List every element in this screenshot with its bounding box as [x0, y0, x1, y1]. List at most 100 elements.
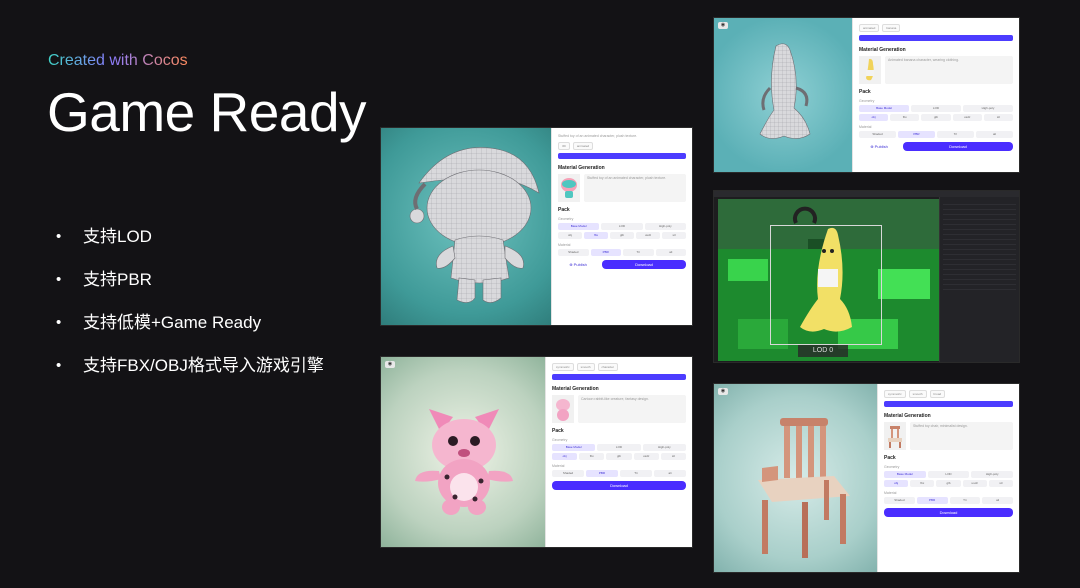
geometry-option[interactable]: High-poly	[644, 223, 686, 230]
section-pack: Pack	[558, 207, 570, 213]
tag-chip[interactable]: 3D	[558, 142, 570, 150]
eye-icon[interactable]: ◉	[385, 361, 395, 368]
model-viewport[interactable]: ◉	[714, 18, 854, 172]
download-button[interactable]: Download	[884, 508, 1013, 517]
tag-chip[interactable]: broad	[929, 390, 946, 398]
format-option[interactable]: obj	[859, 114, 889, 121]
tag-chip[interactable]: animated	[859, 24, 880, 32]
format-option[interactable]: fbx	[910, 480, 935, 487]
format-option[interactable]: glb	[936, 480, 961, 487]
format-option[interactable]: usdz	[962, 480, 987, 487]
geometry-option[interactable]: LOD	[597, 444, 641, 451]
material-thumbnail[interactable]	[859, 56, 881, 84]
geometry-option[interactable]: Base Model	[552, 444, 596, 451]
eye-icon[interactable]: ◉	[718, 22, 728, 29]
material-option[interactable]: Tri	[949, 497, 981, 504]
material-option[interactable]: ali	[976, 131, 1013, 138]
material-option[interactable]: PBR	[590, 249, 621, 256]
section-material: Material Generation	[859, 47, 906, 53]
material-option[interactable]: Tri	[623, 249, 654, 256]
format-option[interactable]: glb	[606, 453, 632, 460]
material-option[interactable]: PBR	[916, 497, 948, 504]
material-option[interactable]: Shaded	[558, 249, 589, 256]
material-option[interactable]: Shaded	[859, 131, 896, 138]
format-option[interactable]: obj	[558, 232, 582, 239]
tag-chip[interactable]: symmetric	[884, 390, 906, 398]
generate-button[interactable]	[859, 35, 1013, 41]
format-option[interactable]: stl	[988, 480, 1014, 487]
generate-button[interactable]	[558, 153, 686, 159]
options-panel: symmetric smooth broad Material Generati…	[877, 384, 1019, 572]
material-thumbnail[interactable]	[558, 174, 580, 202]
model-viewport[interactable]	[381, 128, 553, 325]
format-option[interactable]: fbx	[584, 232, 608, 239]
material-option[interactable]: PBR	[898, 131, 935, 138]
feature-item: 支持FBX/OBJ格式导入游戏引擎	[56, 353, 324, 396]
material-option[interactable]: Shaded	[552, 470, 584, 477]
geometry-option[interactable]: Base Model	[859, 105, 909, 112]
geometry-option[interactable]: Base Model	[558, 223, 600, 230]
material-prompt[interactable]: Animated banana character, wearing cloth…	[885, 56, 1013, 84]
tag-chip[interactable]: banana	[882, 24, 901, 32]
format-option[interactable]: glb	[921, 114, 951, 121]
tag-chip[interactable]: smooth	[576, 363, 595, 371]
format-option[interactable]: fbx	[579, 453, 605, 460]
section-material: Material Generation	[558, 165, 605, 171]
format-option[interactable]: glb	[610, 232, 634, 239]
selection-box[interactable]	[770, 225, 882, 345]
options-panel: animated banana Material Generation Anim…	[852, 18, 1019, 172]
format-option[interactable]: stl	[662, 232, 686, 239]
download-button[interactable]: Download	[903, 142, 1013, 151]
material-option[interactable]: PBR	[586, 470, 618, 477]
material-thumbnail[interactable]	[884, 422, 906, 450]
material-option[interactable]: ali	[654, 470, 686, 477]
material-label: Material	[552, 464, 565, 468]
material-option[interactable]: ali	[982, 497, 1013, 504]
prompt-text: Stuffed toy of an animated character, pl…	[558, 134, 638, 138]
model-viewport[interactable]: ◉	[714, 384, 879, 572]
material-option[interactable]: Tri	[937, 131, 974, 138]
model-viewport[interactable]: ◉	[381, 357, 547, 547]
tag-chip[interactable]: animated	[572, 142, 594, 150]
eye-icon[interactable]: ◉	[718, 388, 728, 395]
publish-button[interactable]: ⊕ Publish	[859, 142, 899, 151]
material-prompt[interactable]: Stuffed toy of an animated character, pl…	[584, 174, 686, 202]
publish-button[interactable]: ⊕ Publish	[558, 260, 598, 269]
format-option[interactable]: usdz	[636, 232, 660, 239]
download-button[interactable]: Download	[602, 260, 686, 269]
tag-chip[interactable]: smooth	[908, 390, 927, 398]
format-option[interactable]: stl	[983, 114, 1014, 121]
geometry-option[interactable]: High-poly	[642, 444, 686, 451]
material-option[interactable]: Tri	[620, 470, 652, 477]
geometry-option[interactable]: High-poly	[971, 471, 1014, 478]
download-button[interactable]: Download	[552, 481, 686, 490]
geometry-option[interactable]: LOD	[601, 223, 643, 230]
format-option[interactable]: obj	[552, 453, 578, 460]
inspector-row[interactable]	[943, 285, 1016, 290]
format-option[interactable]: obj	[884, 480, 909, 487]
section-material: Material Generation	[884, 413, 931, 419]
format-option[interactable]: usdz	[633, 453, 659, 460]
geometry-option[interactable]: High-poly	[963, 105, 1013, 112]
geometry-option[interactable]: LOD	[911, 105, 961, 112]
chair-model	[758, 418, 850, 558]
options-panel: Stuffed toy of an animated character, pl…	[551, 128, 692, 325]
material-prompt[interactable]: Stuffed toy chair, minimalist design.	[910, 422, 1013, 450]
generate-button[interactable]	[552, 374, 686, 380]
tag-chip[interactable]: character	[597, 363, 619, 371]
material-option[interactable]: Shaded	[884, 497, 915, 504]
geometry-label: Geometry	[859, 99, 875, 103]
geometry-option[interactable]: LOD	[927, 471, 970, 478]
material-thumbnail[interactable]	[552, 395, 574, 423]
format-option[interactable]: stl	[660, 453, 687, 460]
feature-item: 支持低模+Game Ready	[56, 310, 324, 353]
material-prompt[interactable]: Cartoon rabbit-like creature, fantasy de…	[578, 395, 686, 423]
geometry-option[interactable]: Base Model	[884, 471, 926, 478]
tag-chip[interactable]: symmetric	[552, 363, 574, 371]
format-option[interactable]: usdz	[952, 114, 982, 121]
material-option[interactable]: ali	[655, 249, 686, 256]
format-option[interactable]: fbx	[890, 114, 920, 121]
material-label: Material	[558, 243, 571, 247]
generate-button[interactable]	[884, 401, 1013, 407]
scene-viewport[interactable]: LOD 0	[718, 199, 940, 361]
